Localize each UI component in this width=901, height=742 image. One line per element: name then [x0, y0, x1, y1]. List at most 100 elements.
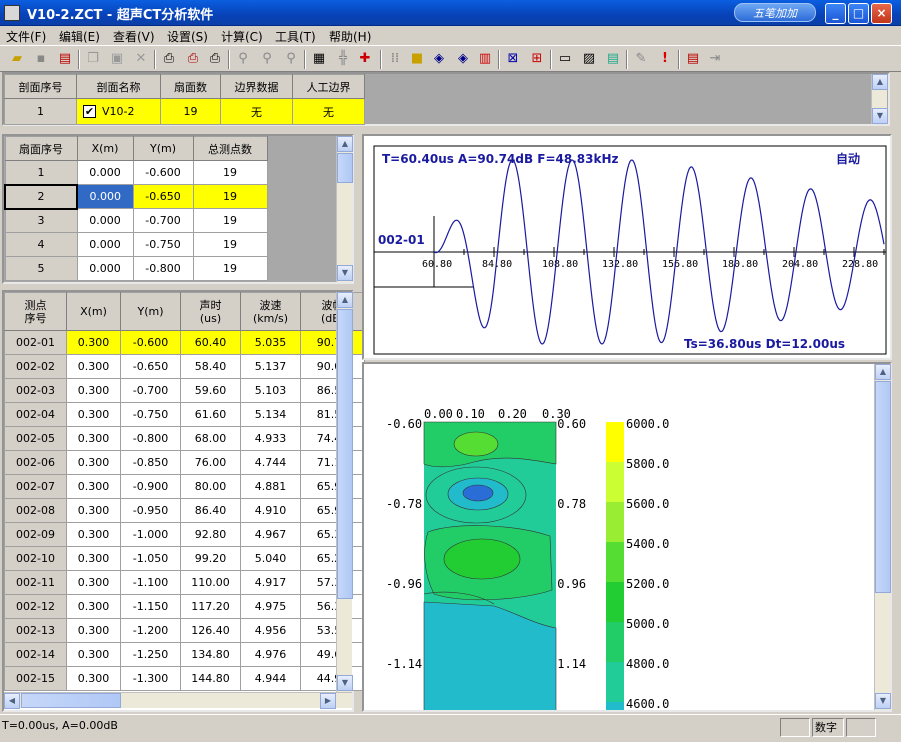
point-cell[interactable]: 4.881 — [240, 474, 301, 499]
tools-icon[interactable]: ✎ — [632, 50, 650, 68]
section-cell-boundary[interactable]: 无 — [220, 98, 293, 125]
point-row-index[interactable]: 002-07 — [4, 474, 67, 499]
export-pdf-icon[interactable]: ▤ — [56, 50, 74, 68]
point-header-time[interactable]: 声时 (us) — [180, 292, 241, 331]
menu-settings[interactable]: 设置(S) — [167, 28, 208, 45]
section-cell-index[interactable]: 1 — [4, 98, 77, 125]
copy-icon[interactable]: ❐ — [84, 50, 102, 68]
point-cell[interactable]: -0.700 — [120, 378, 181, 403]
alert-icon[interactable]: ! — [656, 50, 674, 68]
fan-cell[interactable]: -0.800 — [132, 256, 194, 281]
ime-badge[interactable]: 五笔加加 — [734, 3, 816, 22]
crosshair-icon[interactable]: ╬ — [334, 50, 352, 68]
point-cell[interactable]: 53.55 — [300, 618, 365, 643]
point-cell[interactable]: 0.300 — [66, 618, 121, 643]
fan-header-index[interactable]: 扇面序号 — [4, 136, 78, 161]
minimize-button[interactable]: _ — [825, 3, 846, 24]
point-cell[interactable]: -0.950 — [120, 498, 181, 523]
point-cell[interactable]: 4.910 — [240, 498, 301, 523]
point-cell[interactable]: 0.300 — [66, 354, 121, 379]
section-cell-fans[interactable]: 19 — [160, 98, 221, 125]
point-row-index[interactable]: 002-13 — [4, 618, 67, 643]
colorbar-icon[interactable]: ▥ — [476, 50, 494, 68]
point-cell[interactable]: 0.300 — [66, 474, 121, 499]
fan-header-count[interactable]: 总测点数 — [192, 136, 268, 161]
palette-icon[interactable]: ◈ — [430, 50, 448, 68]
fan-cell[interactable]: 19 — [192, 256, 268, 281]
menu-compute[interactable]: 计算(C) — [221, 28, 263, 45]
point-cell[interactable]: 5.137 — [240, 354, 301, 379]
preview-icon[interactable]: ⎙ — [160, 50, 178, 68]
fan-cell[interactable]: 0.000 — [76, 232, 134, 257]
point-row-index[interactable]: 002-08 — [4, 498, 67, 523]
marker-icon[interactable]: ✚ — [356, 50, 374, 68]
point-cell[interactable]: 0.300 — [66, 642, 121, 667]
scroll-thumb[interactable] — [21, 693, 121, 708]
fan-header-x[interactable]: X(m) — [76, 136, 134, 161]
point-cell[interactable]: 90.74 — [300, 330, 365, 355]
point-cell[interactable]: 0.300 — [66, 570, 121, 595]
table-row[interactable]: 002-12 0.300 -1.150 117.20 4.975 56.39 — [4, 594, 365, 619]
point-cell[interactable]: 5.134 — [240, 402, 301, 427]
point-cell[interactable]: 56.39 — [300, 594, 365, 619]
fan-cell[interactable]: -0.600 — [132, 160, 194, 185]
table-row[interactable]: 002-10 0.300 -1.050 99.20 5.040 65.23 — [4, 546, 365, 571]
point-cell[interactable]: 5.040 — [240, 546, 301, 571]
scroll-thumb[interactable] — [337, 153, 353, 183]
scroll-up-icon[interactable]: ▲ — [875, 364, 891, 380]
table-row[interactable]: 002-11 0.300 -1.100 110.00 4.917 57.38 — [4, 570, 365, 595]
fan-cell[interactable]: 0.000 — [76, 208, 134, 233]
menu-view[interactable]: 查看(V) — [113, 28, 155, 45]
tomogram-scrollbar[interactable]: ▲ ▼ — [874, 364, 891, 710]
fan-scrollbar[interactable]: ▲ ▼ — [336, 136, 353, 282]
point-scrollbar[interactable]: ▲ ▼ — [336, 292, 353, 692]
point-row-index[interactable]: 002-03 — [4, 378, 67, 403]
point-cell[interactable]: -0.650 — [120, 354, 181, 379]
section-scrollbar[interactable]: ▲ ▼ — [871, 74, 888, 124]
scroll-down-icon[interactable]: ▼ — [875, 693, 891, 709]
point-header-x[interactable]: X(m) — [66, 292, 121, 331]
menu-file[interactable]: 文件(F) — [6, 28, 46, 45]
fan-cell[interactable]: 19 — [192, 208, 268, 233]
rays-icon[interactable]: ⊠ — [504, 50, 522, 68]
point-cell[interactable]: 0.300 — [66, 330, 121, 355]
legend-icon[interactable]: ▤ — [604, 50, 622, 68]
point-cell[interactable]: 44.90 — [300, 666, 365, 691]
fan-cell[interactable]: 0.000 — [76, 160, 134, 185]
table-row[interactable]: 002-01 0.300 -0.600 60.40 5.035 90.74 — [4, 330, 365, 355]
table-row[interactable]: 4 0.000 -0.750 19 — [4, 232, 268, 257]
table-row[interactable]: 1 0.000 -0.600 19 — [4, 160, 268, 185]
menu-tools[interactable]: 工具(T) — [275, 28, 316, 45]
point-cell[interactable]: 0.300 — [66, 378, 121, 403]
scroll-up-icon[interactable]: ▲ — [337, 136, 353, 152]
point-cell[interactable]: 134.80 — [180, 642, 241, 667]
point-row-index[interactable]: 002-11 — [4, 570, 67, 595]
fan-cell[interactable]: 19 — [192, 184, 268, 209]
fan-row-index[interactable]: 4 — [4, 232, 78, 257]
point-cell[interactable]: 81.53 — [300, 402, 365, 427]
fan-cell[interactable]: 19 — [192, 232, 268, 257]
point-hscrollbar[interactable]: ◀ ▶ — [4, 692, 352, 709]
scroll-down-icon[interactable]: ▼ — [337, 675, 353, 691]
grid-icon[interactable]: ⁞⁞ — [386, 50, 404, 68]
point-row-index[interactable]: 002-01 — [4, 330, 67, 355]
point-cell[interactable]: 86.50 — [300, 378, 365, 403]
point-cell[interactable]: -1.200 — [120, 618, 181, 643]
point-cell[interactable]: 86.40 — [180, 498, 241, 523]
point-cell[interactable]: 4.933 — [240, 426, 301, 451]
app-icon[interactable] — [4, 5, 20, 21]
print-setup-icon[interactable]: ⎙ — [184, 50, 202, 68]
point-cell[interactable]: 0.300 — [66, 402, 121, 427]
maximize-button[interactable]: □ — [848, 3, 869, 24]
point-row-index[interactable]: 002-14 — [4, 642, 67, 667]
fan-row-index[interactable]: 1 — [4, 160, 78, 185]
point-cell[interactable]: -1.000 — [120, 522, 181, 547]
print-icon[interactable]: ⎙ — [206, 50, 224, 68]
point-row-index[interactable]: 002-09 — [4, 522, 67, 547]
point-row-index[interactable]: 002-15 — [4, 666, 67, 691]
point-cell[interactable]: -0.600 — [120, 330, 181, 355]
window-icon[interactable]: ▭ — [556, 50, 574, 68]
point-cell[interactable]: 90.08 — [300, 354, 365, 379]
fan-cell[interactable]: -0.750 — [132, 232, 194, 257]
nodes-icon[interactable]: ⊞ — [528, 50, 546, 68]
